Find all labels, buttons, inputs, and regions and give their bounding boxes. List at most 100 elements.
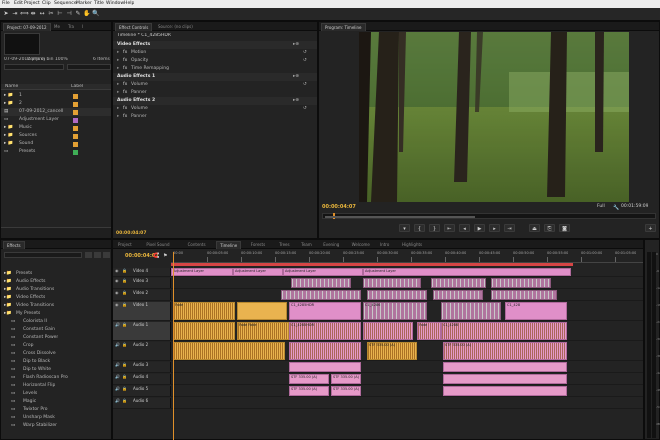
fx-badge-icon[interactable]: fx [123, 113, 127, 121]
tab-timeline-highlights[interactable]: Highlights [399, 241, 425, 249]
a2-clip[interactable] [173, 342, 285, 360]
lock-icon[interactable]: 🔒 [122, 362, 127, 367]
reset-icon[interactable]: ↺ [303, 57, 307, 65]
fx-badge-icon[interactable]: fx [123, 89, 127, 97]
tab-timeline-pixel-sound[interactable]: Pixel Sound [143, 241, 172, 249]
effect-item[interactable]: ▭ Crop [1, 342, 111, 350]
project-search-input[interactable] [4, 64, 64, 70]
tab-effects[interactable]: Effects [3, 241, 25, 249]
effect-item[interactable]: ▭ Constant Gain [1, 326, 111, 334]
a3-clip[interactable] [289, 362, 361, 372]
toggle-icon[interactable]: ▸⊕ [293, 97, 299, 105]
menu-file[interactable]: File [2, 0, 10, 8]
effect-item[interactable]: ▸📁 Presets [1, 270, 111, 278]
extract-button[interactable]: ⎘ [544, 224, 555, 232]
v3-clip[interactable] [363, 278, 421, 288]
export-frame-button[interactable]: ◙ [559, 224, 570, 232]
lock-icon[interactable]: 🔒 [122, 342, 127, 347]
program-scrubber[interactable] [322, 213, 656, 219]
menu-project[interactable]: Project [24, 0, 40, 8]
program-fit-select[interactable]: Full [597, 203, 605, 211]
timeline-playhead[interactable] [173, 252, 174, 440]
tab-timeline-project[interactable]: Project [115, 241, 135, 249]
expand-triangle-icon[interactable]: ▸ [117, 81, 119, 89]
v2-clip[interactable] [491, 290, 557, 300]
toggle-icon[interactable]: ▸⊕ [293, 41, 299, 49]
lock-icon[interactable]: 🔒 [122, 268, 127, 273]
go-to-out-button[interactable]: ⇥ [504, 224, 515, 232]
a1-clip[interactable]: Fade Fade [237, 322, 289, 340]
tab-project-0[interactable]: Project: 07-09-2012 [3, 23, 51, 31]
v1-clip[interactable]: C1_428 [505, 302, 567, 320]
ec-effect-row[interactable]: ▸ fx Panner [113, 89, 317, 97]
effect-item[interactable]: ▭ Warp Stabilizer [1, 422, 111, 430]
project-item[interactable]: ▸ 📁 Sound [1, 140, 111, 148]
hand-tool-icon[interactable]: ✋ [83, 10, 91, 18]
menu-window[interactable]: Window [106, 0, 124, 8]
menu-marker[interactable]: Marker [76, 0, 92, 8]
speaker-icon[interactable]: 🔊 [115, 374, 120, 379]
lock-icon[interactable]: 🔒 [122, 278, 127, 283]
menu-clip[interactable]: Clip [42, 0, 51, 8]
reset-icon[interactable]: ↺ [303, 105, 307, 113]
effect-item[interactable]: ▭ Horizontal Flip [1, 382, 111, 390]
tab-timeline-evening[interactable]: Evening [320, 241, 342, 249]
project-item[interactable]: ▸ 📁 Music [1, 124, 111, 132]
v2-clip[interactable] [433, 290, 483, 300]
adjustment-clip[interactable]: Adjustment Layer [233, 268, 283, 276]
step-back-button[interactable]: ◂ [459, 224, 470, 232]
project-item[interactable]: ▤ 07-09-2012_cancell [1, 108, 111, 116]
speaker-icon[interactable]: 🔊 [115, 398, 120, 403]
fx-badge-icon[interactable]: fx [123, 81, 127, 89]
speaker-icon[interactable]: 🔊 [115, 342, 120, 347]
a2-clip[interactable]: STF 335.00 (A) [443, 342, 567, 360]
tab-timeline-contents[interactable]: Contents [185, 241, 209, 249]
track-select-tool-icon[interactable]: ⇥ [11, 10, 19, 18]
effect-item[interactable]: ▸📁 Audio Effects [1, 278, 111, 286]
adjustment-clip[interactable]: Adjustment Layer [171, 268, 233, 276]
effect-item[interactable]: ▭ Dip to White [1, 366, 111, 374]
eye-icon[interactable]: ◉ [115, 278, 119, 283]
expand-triangle-icon[interactable]: ▸ [117, 89, 119, 97]
v1-clip[interactable] [441, 302, 501, 320]
tab-timeline-team[interactable]: Team [298, 241, 315, 249]
effect-item[interactable]: ▭ Cross Dissolve [1, 350, 111, 358]
tab-timeline-welcome[interactable]: Welcome [349, 241, 373, 249]
slip-tool-icon[interactable]: ⊢ [56, 10, 64, 18]
project-search-field[interactable] [67, 64, 111, 70]
a1-clip[interactable] [173, 322, 235, 340]
project-item[interactable]: ▸ 📁 1 [1, 92, 111, 100]
lift-button[interactable]: ⏏ [529, 224, 540, 232]
speaker-icon[interactable]: 🔊 [115, 322, 120, 327]
step-forward-button[interactable]: ▸ [489, 224, 500, 232]
tab-timeline-forests[interactable]: Forests [248, 241, 268, 249]
effect-item[interactable]: ▭ Flash Radioscan Pro [1, 374, 111, 382]
a5-clip[interactable]: STF 335.00 (A) [289, 386, 329, 396]
v1-clip[interactable]: C1_4286 [363, 302, 427, 320]
tab-program[interactable]: Program: Timeline [321, 23, 366, 31]
tab-ec-1[interactable]: Source: (no clips) [155, 23, 196, 31]
tab-timeline-timeline[interactable]: Timeline [216, 241, 242, 249]
rate-stretch-tool-icon[interactable]: ↔ [38, 10, 46, 18]
ec-effect-row[interactable]: ▸ fx Volume ↺ [113, 105, 317, 113]
rolling-edit-tool-icon[interactable]: ⇼ [29, 10, 37, 18]
snap-icon[interactable]: 🧲 [153, 253, 160, 260]
eye-icon[interactable]: ◉ [115, 302, 119, 307]
a5-clip[interactable] [443, 386, 567, 396]
timeline-ruler[interactable]: 00:00 00:00:05:00 00:00:10:00 00:00:15:00 00… [171, 251, 643, 263]
v1-clip[interactable]: Fade [173, 302, 235, 320]
v1-clip[interactable]: C1_4285HDR [289, 302, 361, 320]
expand-triangle-icon[interactable]: ▸ [117, 105, 119, 113]
slide-tool-icon[interactable]: ⊣ [65, 10, 73, 18]
effect-item[interactable]: ▸📁 My Presets [1, 310, 111, 318]
effect-item[interactable]: ▭ Dip to Black [1, 358, 111, 366]
lock-icon[interactable]: 🔒 [122, 398, 127, 403]
a5-clip[interactable]: STF 335.00 (A) [331, 386, 361, 396]
project-item[interactable]: ▸ 📁 Sources [1, 132, 111, 140]
v2-clip[interactable] [367, 290, 427, 300]
wrench-icon[interactable]: 🔧 [613, 204, 619, 212]
ripple-edit-tool-icon[interactable]: ⟺ [20, 10, 29, 18]
effect-item[interactable]: ▭ Constant Power [1, 334, 111, 342]
add-button-icon[interactable]: + [645, 224, 656, 232]
zoom-tool-icon[interactable]: 🔍 [92, 10, 100, 18]
